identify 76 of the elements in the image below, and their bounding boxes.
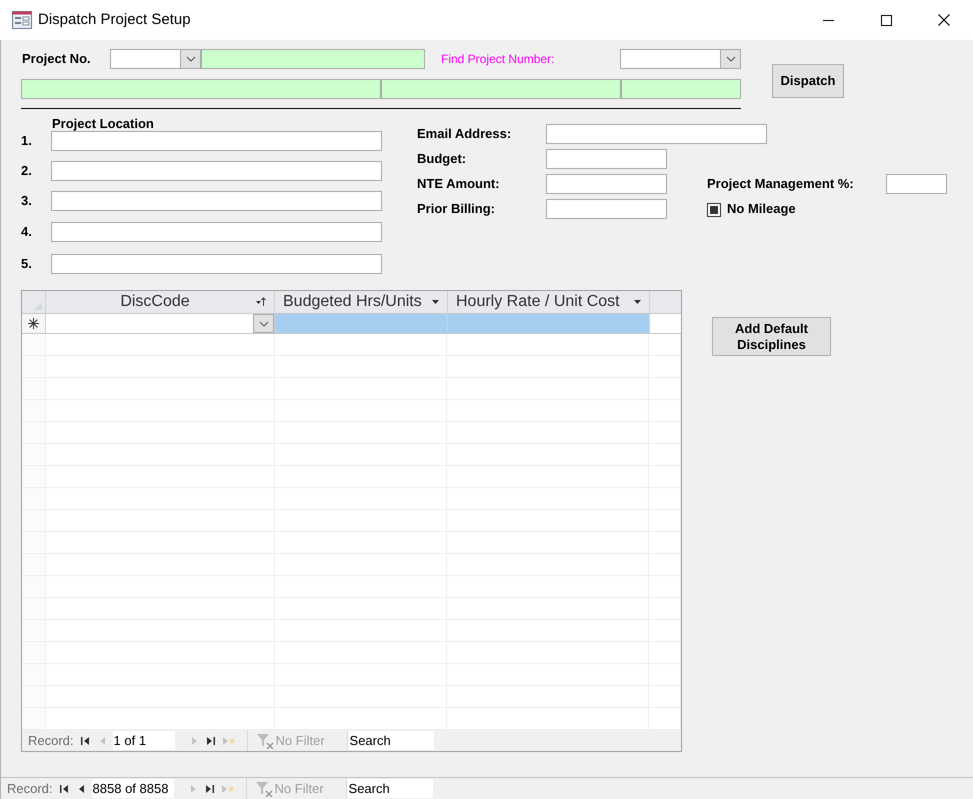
record-position-field[interactable]: 1 of 1 bbox=[112, 731, 175, 750]
last-record-icon[interactable] bbox=[204, 734, 216, 746]
add-default-disciplines-button[interactable]: Add Default Disciplines bbox=[712, 317, 831, 356]
last-record-icon[interactable] bbox=[204, 782, 215, 794]
maximize-icon bbox=[880, 14, 892, 26]
location-number: 3. bbox=[21, 192, 33, 210]
location-number: 2. bbox=[21, 162, 33, 180]
column-header[interactable]: DiscCode bbox=[46, 291, 275, 313]
row-selector[interactable] bbox=[22, 400, 46, 421]
row-selector[interactable] bbox=[22, 444, 46, 465]
combo-box[interactable] bbox=[110, 49, 201, 69]
row-selector[interactable] bbox=[22, 466, 46, 487]
column-header[interactable]: Budgeted Hrs/Units bbox=[275, 291, 448, 313]
location-field[interactable] bbox=[51, 191, 382, 211]
row-selector[interactable] bbox=[22, 378, 46, 399]
row-selector[interactable] bbox=[22, 510, 46, 531]
project-name-field[interactable] bbox=[201, 49, 425, 69]
row-selector[interactable] bbox=[22, 686, 46, 707]
location-field[interactable] bbox=[51, 161, 382, 181]
row-selector[interactable] bbox=[22, 554, 46, 575]
location-field[interactable] bbox=[51, 222, 382, 242]
row-selector[interactable] bbox=[22, 488, 46, 509]
project-management-field[interactable] bbox=[886, 174, 947, 194]
record-label: Record: bbox=[28, 732, 74, 750]
location-number: 1. bbox=[21, 132, 33, 150]
table-cell[interactable] bbox=[275, 314, 448, 333]
search-field[interactable]: Search bbox=[346, 779, 433, 798]
location-field[interactable] bbox=[51, 131, 382, 151]
chevron-down-icon bbox=[726, 56, 736, 62]
filter-icon bbox=[256, 732, 276, 748]
project-info-field[interactable] bbox=[381, 79, 621, 99]
row-selector[interactable] bbox=[22, 532, 46, 553]
row-selector[interactable] bbox=[22, 708, 46, 729]
first-record-icon[interactable] bbox=[80, 734, 91, 746]
project-info-field[interactable] bbox=[621, 79, 741, 99]
field-label: NTE Amount: bbox=[417, 175, 501, 194]
first-record-icon[interactable] bbox=[58, 782, 70, 794]
form-icon bbox=[12, 11, 32, 29]
text-field[interactable] bbox=[546, 199, 667, 219]
table-cell[interactable] bbox=[448, 314, 650, 333]
dispatch-button[interactable]: Dispatch bbox=[772, 64, 844, 98]
row-selector[interactable] bbox=[22, 620, 46, 641]
field-label: Budget: bbox=[417, 150, 468, 168]
combo-box[interactable] bbox=[620, 49, 741, 69]
project-management-label: Project Management %: bbox=[707, 175, 855, 194]
find-project-label: Find Project Number: bbox=[441, 51, 556, 68]
field-label: Email Address: bbox=[417, 125, 512, 144]
text-field[interactable] bbox=[546, 174, 667, 194]
row-selector[interactable] bbox=[22, 642, 46, 663]
project-info-field[interactable] bbox=[21, 79, 382, 99]
close-icon bbox=[938, 14, 950, 26]
location-number: 5. bbox=[21, 255, 33, 274]
filter-icon bbox=[254, 780, 275, 796]
location-number: 4. bbox=[21, 223, 33, 242]
row-selector[interactable] bbox=[22, 334, 46, 355]
record-label: Record: bbox=[7, 780, 53, 798]
text-field[interactable] bbox=[546, 149, 667, 169]
no-mileage-label: No Mileage bbox=[727, 200, 796, 218]
chevron-down-icon bbox=[186, 56, 196, 62]
project-number-label: Project No. bbox=[21, 50, 92, 68]
new-row-asterisk-icon bbox=[28, 318, 39, 329]
no-mileage-checkbox[interactable] bbox=[707, 202, 721, 217]
window-title: Dispatch Project Setup bbox=[38, 10, 191, 30]
project-location-heading: Project Location bbox=[52, 115, 155, 131]
row-selector[interactable] bbox=[22, 598, 46, 619]
location-field[interactable] bbox=[51, 254, 382, 274]
field-label: Prior Billing: bbox=[417, 200, 496, 218]
row-selector[interactable] bbox=[22, 356, 46, 377]
search-field[interactable]: Search bbox=[346, 731, 434, 750]
row-selector[interactable] bbox=[22, 422, 46, 443]
row-selector[interactable] bbox=[22, 664, 46, 685]
row-selector[interactable] bbox=[22, 576, 46, 597]
chevron-down-icon bbox=[258, 320, 268, 326]
text-field[interactable] bbox=[546, 124, 767, 144]
record-position-field[interactable]: 8858 of 8858 bbox=[92, 779, 174, 798]
column-header[interactable]: Hourly Rate / Unit Cost bbox=[448, 291, 650, 313]
